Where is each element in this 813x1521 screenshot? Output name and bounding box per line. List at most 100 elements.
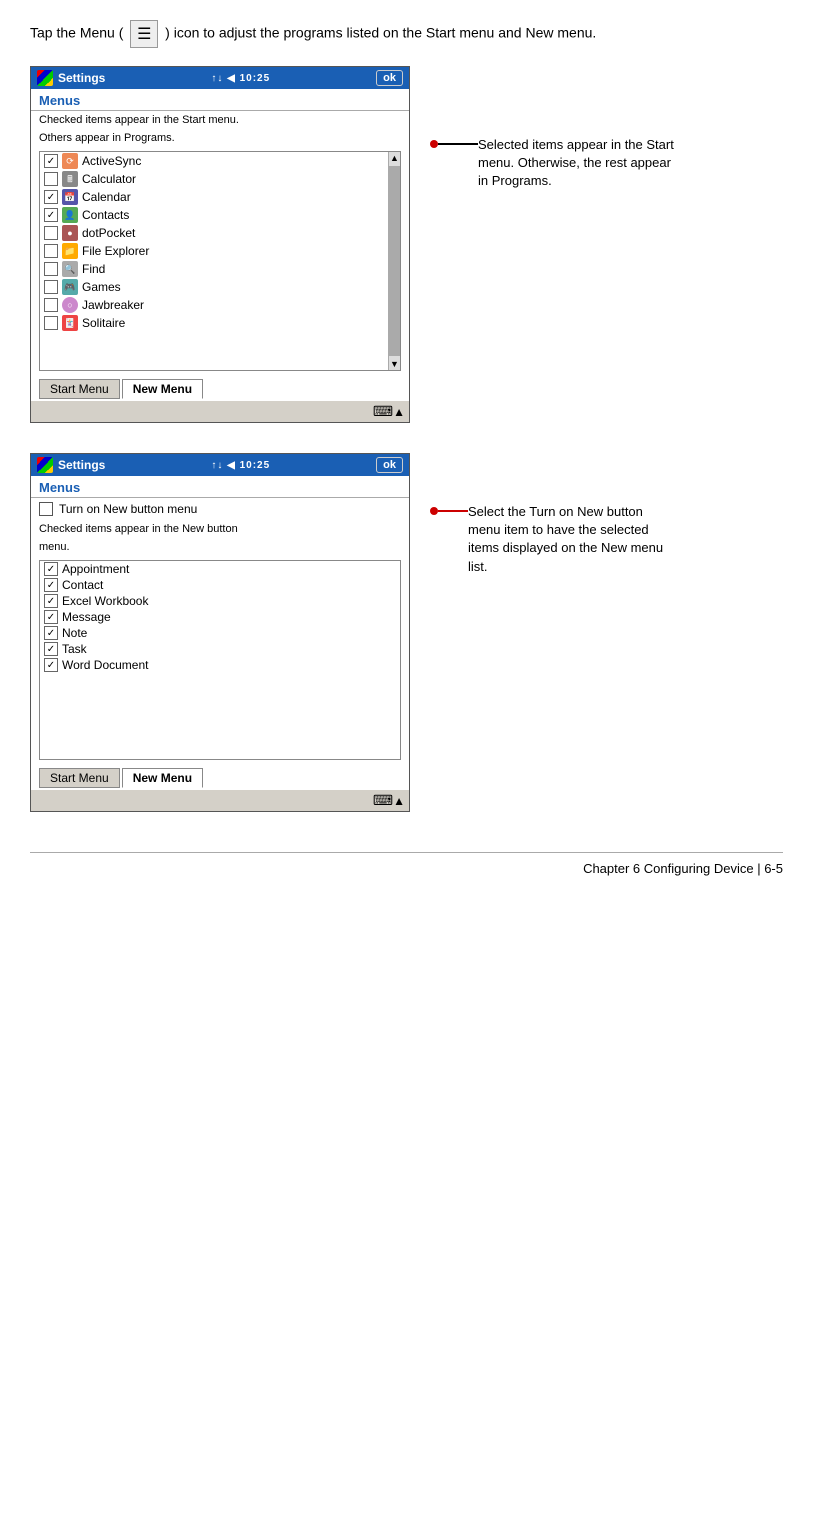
scroll-arrow-bottom-1[interactable]: ▲ — [393, 405, 405, 419]
scrollbar-thumb-1[interactable] — [389, 166, 400, 356]
turn-on-label: Turn on New button menu — [59, 502, 197, 516]
list-item[interactable]: 📁 File Explorer — [40, 242, 400, 260]
annotation-connector-2 — [438, 510, 468, 512]
menus-header-1: Menus — [31, 89, 409, 111]
jawbreaker-icon: ○ — [62, 297, 78, 313]
annotation-text-2: Select the Turn on New button menu item … — [468, 503, 668, 576]
items-list-2: Appointment Contact Excel Workbook Messa… — [39, 560, 401, 760]
device-screen-2: Settings ↑↓ ◀ 10:25 ok Menus Turn on New… — [30, 453, 410, 812]
list-item[interactable]: 🃏 Solitaire — [40, 314, 400, 332]
item-label-dotpocket: dotPocket — [82, 226, 135, 240]
list-item[interactable]: 🎮 Games — [40, 278, 400, 296]
list-item[interactable]: 🖩 Calculator — [40, 170, 400, 188]
ok-button-2[interactable]: ok — [376, 457, 403, 473]
scrollbar-up-arrow[interactable]: ▲ — [390, 152, 399, 164]
tab-new-menu-2[interactable]: New Menu — [122, 768, 203, 788]
scrollbar-down-arrow[interactable]: ▼ — [390, 358, 399, 370]
scrollbar-1[interactable]: ▲ ▼ — [388, 152, 400, 370]
checkbox-activesync[interactable] — [44, 154, 58, 168]
subtitle2-2: menu. — [31, 538, 409, 556]
list-item[interactable]: 📅 Calendar — [40, 188, 400, 206]
list-item[interactable]: Task — [40, 641, 400, 657]
checkbox-games[interactable] — [44, 280, 58, 294]
signal-icons-1: ↑↓ ◀ 10:25 — [211, 73, 270, 84]
screenshot-section-1: Settings ↑↓ ◀ 10:25 ok Menus Checked ite… — [30, 66, 783, 423]
checkbox-message[interactable] — [44, 610, 58, 624]
checkbox-word-document[interactable] — [44, 658, 58, 672]
item-label-games: Games — [82, 280, 121, 294]
checkbox-calendar[interactable] — [44, 190, 58, 204]
calendar-icon: 📅 — [62, 189, 78, 205]
menu-icon: ☰ — [130, 20, 158, 48]
ok-button-1[interactable]: ok — [376, 70, 403, 86]
page-content: Tap the Menu ( ☰ ) icon to adjust the pr… — [0, 0, 813, 916]
list-item[interactable]: ○ Jawbreaker — [40, 296, 400, 314]
item-label-task: Task — [62, 642, 87, 656]
item-label-fileexplorer: File Explorer — [82, 244, 149, 258]
intro-paragraph: Tap the Menu ( ☰ ) icon to adjust the pr… — [30, 20, 783, 48]
keyboard-icon-2[interactable]: ⌨ — [373, 792, 393, 809]
subtitle1-1: Checked items appear in the Start menu. — [31, 111, 409, 129]
annotation-connector-1 — [438, 143, 478, 145]
item-label-calculator: Calculator — [82, 172, 136, 186]
checkbox-note[interactable] — [44, 626, 58, 640]
dotpocket-icon: ● — [62, 225, 78, 241]
list-item[interactable]: Appointment — [40, 561, 400, 577]
list-item[interactable]: ⟳ ActiveSync — [40, 152, 400, 170]
titlebar-2: Settings ↑↓ ◀ 10:25 ok — [31, 454, 409, 476]
checkbox-excel-workbook[interactable] — [44, 594, 58, 608]
app-title-1: Settings — [58, 71, 105, 85]
items-list-1: ⟳ ActiveSync 🖩 Calculator 📅 Calendar 👤 C — [39, 151, 401, 371]
checkbox-dotpocket[interactable] — [44, 226, 58, 240]
checkbox-task[interactable] — [44, 642, 58, 656]
item-label-activesync: ActiveSync — [82, 154, 141, 168]
checkbox-turn-on[interactable] — [39, 502, 53, 516]
list-item[interactable]: Word Document — [40, 657, 400, 673]
signal-icons-2: ↑↓ ◀ 10:25 — [211, 460, 270, 471]
tabs-1: Start Menu New Menu — [31, 375, 409, 399]
tab-new-menu-1[interactable]: New Menu — [122, 379, 203, 399]
checkbox-jawbreaker[interactable] — [44, 298, 58, 312]
item-label-find: Find — [82, 262, 105, 276]
annotation-dot-1 — [430, 140, 438, 148]
item-label-contacts: Contacts — [82, 208, 129, 222]
item-label-excel-workbook: Excel Workbook — [62, 594, 148, 608]
activesync-icon: ⟳ — [62, 153, 78, 169]
item-label-word-document: Word Document — [62, 658, 148, 672]
item-label-jawbreaker: Jawbreaker — [82, 298, 144, 312]
list-item[interactable]: 👤 Contacts — [40, 206, 400, 224]
list-item[interactable]: 🔍 Find — [40, 260, 400, 278]
device-screen-1: Settings ↑↓ ◀ 10:25 ok Menus Checked ite… — [30, 66, 410, 423]
windows-flag-icon — [37, 70, 53, 86]
keyboard-icon-1[interactable]: ⌨ — [373, 403, 393, 420]
list-item[interactable]: Note — [40, 625, 400, 641]
item-label-contact: Contact — [62, 578, 103, 592]
list-item[interactable]: Contact — [40, 577, 400, 593]
checkbox-calculator[interactable] — [44, 172, 58, 186]
titlebar-left-2: Settings — [37, 457, 105, 473]
scroll-arrow-bottom-2[interactable]: ▲ — [393, 794, 405, 808]
windows-flag-icon-2 — [37, 457, 53, 473]
tabs-2: Start Menu New Menu — [31, 764, 409, 788]
checkbox-contact[interactable] — [44, 578, 58, 592]
item-label-calendar: Calendar — [82, 190, 131, 204]
tab-start-menu-1[interactable]: Start Menu — [39, 379, 120, 399]
item-label-note: Note — [62, 626, 87, 640]
checkbox-appointment[interactable] — [44, 562, 58, 576]
app-title-2: Settings — [58, 458, 105, 472]
tab-start-menu-2[interactable]: Start Menu — [39, 768, 120, 788]
titlebar-1: Settings ↑↓ ◀ 10:25 ok — [31, 67, 409, 89]
list-item[interactable]: Message — [40, 609, 400, 625]
checkbox-solitaire[interactable] — [44, 316, 58, 330]
list-item[interactable]: ● dotPocket — [40, 224, 400, 242]
list-item[interactable]: Excel Workbook — [40, 593, 400, 609]
annotation-1: Selected items appear in the Start menu.… — [430, 136, 763, 191]
checkbox-find[interactable] — [44, 262, 58, 276]
item-label-message: Message — [62, 610, 111, 624]
find-icon: 🔍 — [62, 261, 78, 277]
subtitle1-2: Checked items appear in the New button — [31, 520, 409, 538]
item-label-solitaire: Solitaire — [82, 316, 125, 330]
checkbox-contacts[interactable] — [44, 208, 58, 222]
checkbox-fileexplorer[interactable] — [44, 244, 58, 258]
annotation-text-1: Selected items appear in the Start menu.… — [478, 136, 678, 191]
